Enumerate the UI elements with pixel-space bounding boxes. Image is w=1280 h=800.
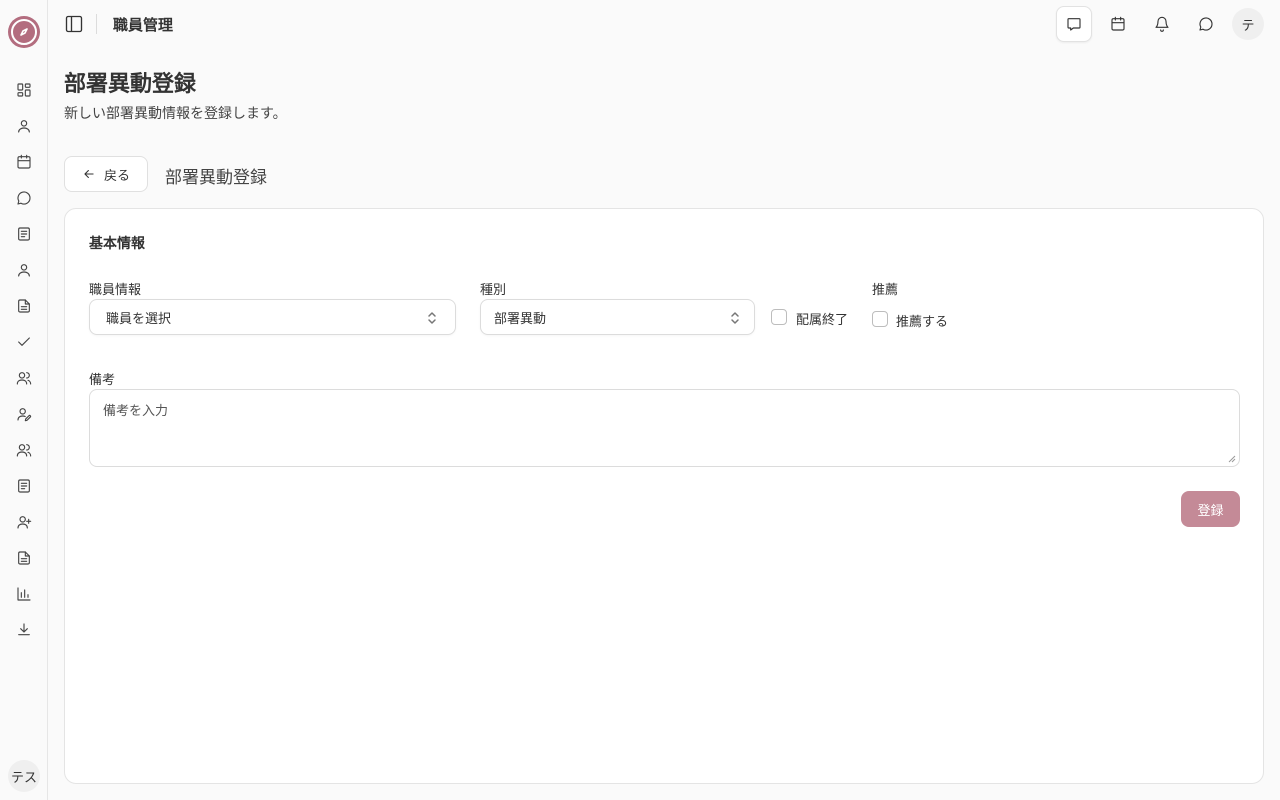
back-button-label: 戻る (103, 168, 130, 184)
sidebar-item-groups[interactable] (12, 438, 36, 462)
recommend-checkbox-label: 推薦する (896, 315, 949, 330)
compass-icon (11, 19, 37, 45)
panel-left-icon (65, 15, 83, 33)
sidebar-item-messages[interactable] (12, 186, 36, 210)
top-bar: 職員管理 テ (48, 0, 1280, 48)
sidebar-user-avatar[interactable]: テス (8, 760, 40, 792)
employee-select[interactable]: 職員を選択 (89, 299, 456, 335)
sidebar-toggle-button[interactable] (62, 12, 86, 36)
download-icon (18, 623, 30, 636)
dashboard-icon (17, 83, 31, 97)
message-circle-icon (17, 191, 31, 205)
bar-chart-icon (17, 587, 31, 601)
sidebar-item-records[interactable] (12, 474, 36, 498)
type-select[interactable]: 部署異動 (480, 299, 755, 335)
user-icon (18, 264, 30, 277)
calendar-button[interactable] (1100, 6, 1136, 42)
users-icon (16, 372, 32, 385)
notifications-button[interactable] (1144, 6, 1180, 42)
sidebar-item-approvals[interactable] (12, 330, 36, 354)
notebook-icon (18, 479, 30, 493)
sidebar-item-teams[interactable] (12, 366, 36, 390)
app-logo[interactable] (8, 16, 40, 48)
resize-grip-icon[interactable] (1228, 455, 1236, 463)
arrow-left-icon (84, 169, 94, 179)
sidebar-item-add-staff[interactable] (12, 510, 36, 534)
recommend-label: 推薦 (872, 283, 899, 298)
sidebar: テス (0, 0, 48, 800)
notebook-icon (18, 227, 30, 241)
app-title: 職員管理 (113, 16, 174, 34)
user-plus-icon (17, 516, 32, 529)
calendar-icon (17, 154, 31, 169)
divider (96, 14, 97, 34)
employee-label: 職員情報 (89, 283, 142, 298)
type-select-value: 部署異動 (494, 311, 547, 327)
check-icon (18, 337, 30, 346)
message-square-icon (1067, 18, 1081, 31)
user-icon (18, 120, 30, 133)
page-subtitle: 新しい部署異動情報を登録します。 (64, 106, 287, 122)
message-circle-icon (1199, 17, 1213, 31)
chevrons-up-down-icon (728, 310, 742, 326)
sidebar-item-documents[interactable] (12, 294, 36, 318)
bell-icon (1155, 16, 1169, 32)
sidebar-item-dashboard[interactable] (12, 78, 36, 102)
form-card: 基本情報 職員情報 職員を選択 種別 部署異動 配属終了 推薦 推薦する 備考 … (64, 208, 1264, 784)
section-heading: 部署異動登録 (165, 168, 267, 188)
users-icon (16, 444, 32, 457)
sidebar-item-edit-staff[interactable] (12, 402, 36, 426)
notes-label: 備考 (89, 373, 116, 388)
submit-button[interactable]: 登録 (1181, 491, 1240, 527)
user-avatar[interactable]: テ (1232, 8, 1264, 40)
chat-button[interactable] (1056, 6, 1092, 42)
recommend-checkbox[interactable] (872, 311, 888, 327)
sidebar-item-analytics[interactable] (12, 582, 36, 606)
sidebar-item-reports[interactable] (12, 546, 36, 570)
sidebar-item-notebook[interactable] (12, 222, 36, 246)
end-assignment-checkbox[interactable] (771, 309, 787, 325)
chevrons-up-down-icon (425, 310, 439, 326)
back-button[interactable]: 戻る (64, 156, 148, 192)
end-assignment-label: 配属終了 (796, 313, 849, 328)
employee-select-value: 職員を選択 (106, 311, 172, 327)
notes-textarea[interactable]: 備考を入力 (89, 389, 1240, 467)
page-title: 部署異動登録 (64, 72, 197, 97)
file-text-icon (18, 551, 30, 565)
sidebar-item-staff[interactable] (12, 258, 36, 282)
sidebar-item-download[interactable] (12, 618, 36, 642)
type-label: 種別 (480, 283, 507, 298)
card-title: 基本情報 (89, 236, 145, 252)
sidebar-item-calendar[interactable] (12, 150, 36, 174)
comments-button[interactable] (1188, 6, 1224, 42)
notes-placeholder: 備考を入力 (103, 404, 169, 419)
file-text-icon (18, 299, 30, 313)
calendar-icon (1111, 16, 1125, 31)
user-pen-icon (17, 408, 32, 422)
sidebar-item-profile[interactable] (12, 114, 36, 138)
